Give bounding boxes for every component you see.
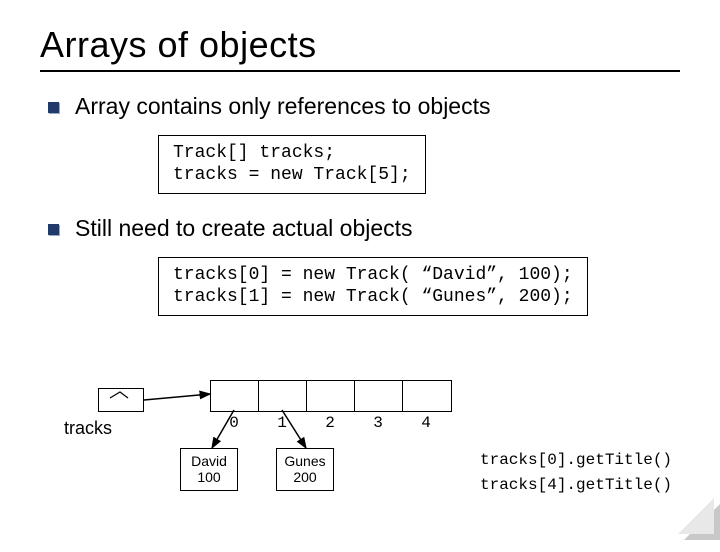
track-name: David	[185, 453, 233, 470]
bullet-1: Array contains only references to object…	[48, 92, 680, 121]
bullet-2: Still need to create actual objects	[48, 214, 680, 243]
tracks-variable-box	[98, 388, 144, 412]
array-index: 4	[402, 414, 450, 432]
bullet-icon	[48, 102, 59, 113]
track-object-1: Gunes 200	[276, 448, 334, 492]
array-index: 1	[258, 414, 306, 432]
array-index: 3	[354, 414, 402, 432]
bullet-1-text: Array contains only references to object…	[75, 92, 490, 121]
array-cell	[259, 381, 307, 411]
track-value: 200	[281, 469, 329, 486]
method-calls: tracks[0].getTitle() tracks[4].getTitle(…	[480, 448, 672, 499]
track-object-0: David 100	[180, 448, 238, 492]
title-underline	[40, 70, 680, 72]
bullet-2-text: Still need to create actual objects	[75, 214, 413, 243]
code-block-2: tracks[0] = new Track( “David”, 100); tr…	[158, 257, 588, 316]
bullet-icon	[48, 224, 59, 235]
array-indices: 0 1 2 3 4	[210, 414, 450, 432]
diagram: tracks 0 1 2 3 4 David 100 Gunes 200 tra…	[40, 352, 680, 532]
array-index: 0	[210, 414, 258, 432]
page-corner-fold-icon	[684, 504, 720, 540]
track-value: 100	[185, 469, 233, 486]
tracks-variable-label: tracks	[64, 418, 112, 439]
array-cell	[355, 381, 403, 411]
slide-title: Arrays of objects	[40, 24, 680, 66]
array-cells	[210, 380, 452, 412]
array-cell	[211, 381, 259, 411]
track-name: Gunes	[281, 453, 329, 470]
array-cell	[307, 381, 355, 411]
array-index: 2	[306, 414, 354, 432]
code-block-1: Track[] tracks; tracks = new Track[5];	[158, 135, 426, 194]
array-cell	[403, 381, 451, 411]
